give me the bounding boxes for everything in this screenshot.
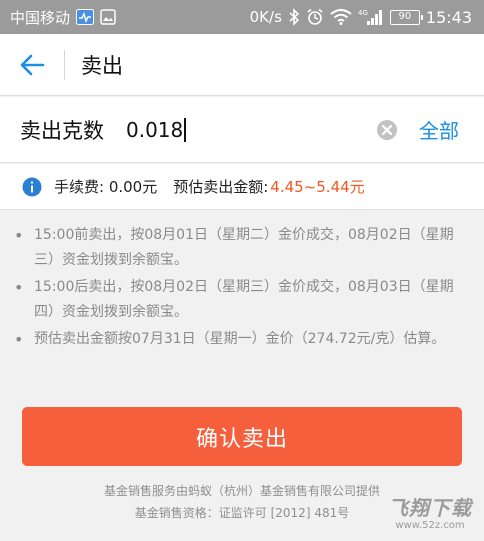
- sell-amount-value: 0.018: [126, 117, 184, 142]
- note-text: 预估卖出金额按07月31日（星期一）金价（274.72元/克）估算。: [34, 331, 446, 347]
- text-caret: [184, 117, 187, 142]
- battery-icon: 90: [389, 9, 423, 25]
- list-item: • 预估卖出金额按07月31日（星期一）金价（274.72元/克）估算。: [14, 327, 466, 352]
- arrow-left-icon: [20, 54, 45, 75]
- health-app-icon: [76, 9, 95, 25]
- bullet: •: [14, 330, 24, 349]
- bullet: •: [14, 278, 24, 297]
- fee-text: 手续费: 0.00元: [54, 178, 158, 196]
- estimate-label: 预估卖出金额:: [173, 178, 269, 196]
- sell-amount-label: 卖出克数: [20, 118, 104, 143]
- note-text: 15:00后卖出，按08月02日（星期三）金价成交，08月03日（星期四）资金划…: [34, 279, 454, 320]
- header-divider: [64, 49, 65, 80]
- estimate-value: 4.45~5.44元: [270, 178, 365, 196]
- status-bar-right: 0K/s 4G 90 15:43: [250, 8, 472, 27]
- network-speed: 0K/s: [249, 8, 282, 26]
- confirm-sell-button[interactable]: 确认卖出: [22, 407, 462, 466]
- sell-all-link[interactable]: 全部: [419, 115, 459, 144]
- info-icon: [22, 177, 42, 197]
- carrier-name: 中国移动: [10, 8, 71, 27]
- battery-level: 90: [398, 11, 412, 22]
- note-text: 15:00前卖出，按08月01日（星期二）金价成交，08月02日（星期三）资金划…: [34, 227, 454, 268]
- app-header: 卖出: [0, 34, 484, 96]
- clock: 15:43: [425, 7, 472, 27]
- list-item: • 15:00后卖出，按08月02日（星期三）金价成交，08月03日（星期四）资…: [14, 275, 466, 325]
- watermark-logo-text: 飞翔下载: [388, 496, 472, 520]
- list-item: • 15:00前卖出，按08月01日（星期二）金价成交，08月02日（星期三）资…: [14, 223, 466, 273]
- gallery-icon: [100, 9, 116, 25]
- clear-input-button[interactable]: [375, 118, 399, 142]
- alarm-icon: [306, 8, 324, 26]
- watermark-url: www.52z.com: [395, 520, 465, 531]
- wifi-icon: [330, 9, 352, 25]
- network-type: 4G: [358, 9, 368, 17]
- status-bar: 中国移动 0K/s 4G 90 15:43: [0, 0, 484, 34]
- sell-amount-input[interactable]: 0.018: [126, 117, 366, 142]
- status-bar-left: 中国移动: [10, 7, 116, 28]
- bullet: •: [14, 226, 24, 245]
- sell-notes: • 15:00前卖出，按08月01日（星期二）金价成交，08月02日（星期三）资…: [0, 211, 484, 381]
- clear-icon: [377, 120, 397, 140]
- back-button[interactable]: [0, 34, 64, 96]
- page-title: 卖出: [81, 53, 123, 78]
- bluetooth-icon: [288, 8, 300, 26]
- cellular-signal-icon: 4G: [358, 8, 384, 26]
- sell-amount-row: 卖出克数 0.018 全部: [0, 97, 484, 163]
- watermark: 飞翔下载 www.52z.com: [380, 496, 480, 538]
- fee-info-row: 手续费: 0.00元 预估卖出金额: 4.45~5.44元: [0, 164, 484, 210]
